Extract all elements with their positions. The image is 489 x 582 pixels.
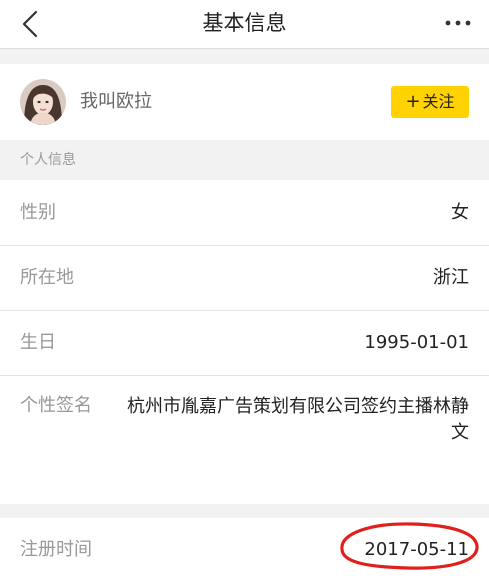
signature-value: 杭州市胤嘉广告策划有限公司签约主播林静文 (127, 396, 469, 443)
birthday-label: 生日 (20, 332, 56, 353)
location-label: 所在地 (20, 267, 74, 288)
signature-label: 个性签名 (20, 395, 92, 416)
nav-bar: 基本信息 (0, 0, 489, 49)
follow-label: 关注 (422, 92, 455, 111)
gender-label: 性别 (20, 202, 56, 223)
personal-info-list: 性别 女 所在地 浙江 生日 1995-01-01 个性签名 杭州市胤嘉广告策划… (0, 180, 489, 504)
location-value: 浙江 (433, 267, 469, 288)
registration-label: 注册时间 (20, 539, 92, 560)
more-button[interactable] (443, 12, 473, 34)
birthday-value: 1995-01-01 (364, 332, 469, 353)
page-title: 基本信息 (202, 11, 287, 35)
section-title: 个人信息 (20, 152, 76, 168)
profile-card: 我叫欧拉 + 关注 (0, 64, 489, 140)
profile-name: 我叫欧拉 (80, 91, 152, 112)
avatar-image (20, 79, 66, 125)
info-row-location: 所在地 浙江 (0, 245, 489, 310)
info-row-signature: 个性签名 杭州市胤嘉广告策划有限公司签约主播林静文 (0, 375, 489, 504)
info-row-registration: 注册时间 2017-05-11 (0, 518, 489, 582)
section-header-personal-info: 个人信息 (0, 140, 489, 180)
gender-value: 女 (451, 202, 469, 223)
more-horizontal-icon (445, 20, 471, 26)
info-row-birthday: 生日 1995-01-01 (0, 310, 489, 375)
follow-button[interactable]: + 关注 (391, 86, 469, 118)
info-row-gender: 性别 女 (0, 180, 489, 245)
registration-value: 2017-05-11 (364, 539, 469, 560)
avatar[interactable] (20, 79, 66, 125)
plus-icon: + (405, 91, 421, 112)
